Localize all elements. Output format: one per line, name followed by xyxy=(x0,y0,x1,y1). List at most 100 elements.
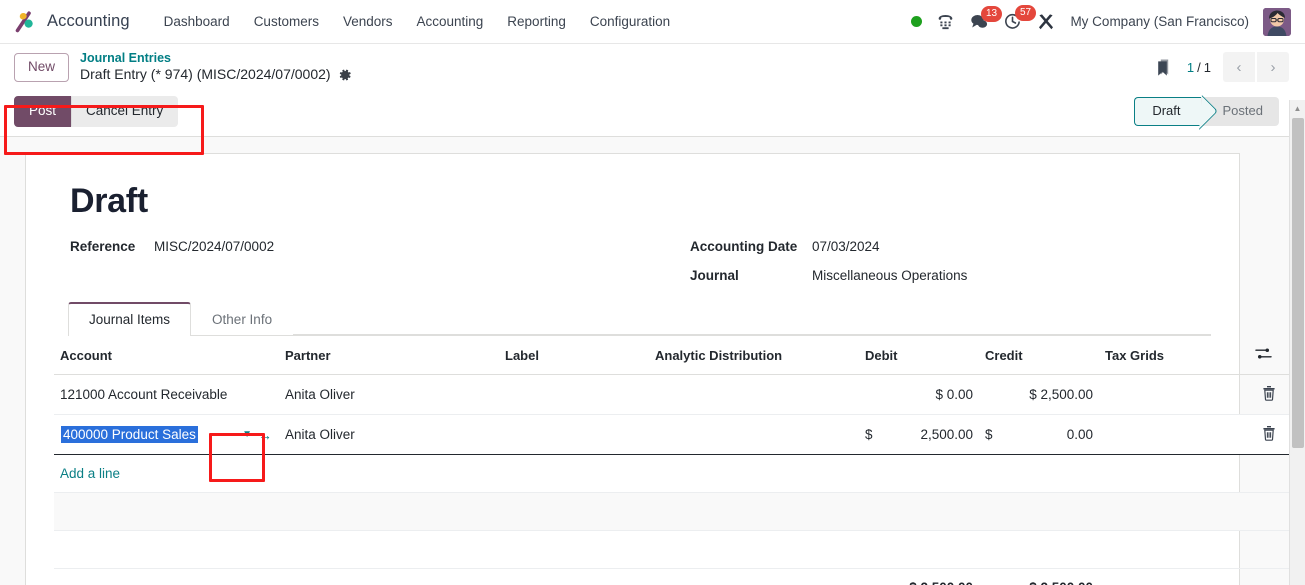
main-menu: Dashboard Customers Vendors Accounting R… xyxy=(152,8,683,35)
internal-link-arrow-icon[interactable]: → xyxy=(258,428,272,442)
navbar-right-tools: 13 57 My Company (San Francisco) xyxy=(911,5,1295,36)
column-header-account[interactable]: Account xyxy=(54,336,279,376)
cell-account[interactable]: 121000 Account Receivable xyxy=(54,374,279,416)
presence-status-dot xyxy=(911,16,923,27)
table-row-editing[interactable]: 400000 Product Sales ▼ → Anita Oliver $ xyxy=(54,414,1289,456)
company-selector[interactable]: My Company (San Francisco) xyxy=(1070,14,1249,29)
bookmark-icon[interactable] xyxy=(1155,57,1175,78)
cell-account-editing[interactable]: 400000 Product Sales ▼ → xyxy=(54,414,279,456)
trash-icon[interactable] xyxy=(1262,425,1276,442)
cell-tax-grids[interactable] xyxy=(1099,374,1249,416)
totals-spacer-tax xyxy=(1099,568,1249,585)
breadcrumb-current: Draft Entry (* 974) (MISC/2024/07/0002) xyxy=(80,66,352,83)
menu-item-vendors[interactable]: Vendors xyxy=(331,8,405,35)
breadcrumb: Journal Entries Draft Entry (* 974) (MIS… xyxy=(80,51,352,83)
dialpad-icon[interactable] xyxy=(936,12,955,31)
column-header-debit[interactable]: Debit xyxy=(859,336,979,376)
table-totals-row: $ 2,500.00 $ 2,500.00 xyxy=(54,568,1289,585)
journal-label: Journal xyxy=(690,268,739,284)
add-line-cell: Add a line xyxy=(54,454,1289,494)
menu-item-dashboard[interactable]: Dashboard xyxy=(152,8,242,35)
reference-value[interactable]: MISC/2024/07/0002 xyxy=(154,239,274,254)
cell-credit-editing[interactable]: $ 0.00 xyxy=(979,414,1099,456)
column-header-partner[interactable]: Partner xyxy=(279,336,499,376)
menu-item-customers[interactable]: Customers xyxy=(242,8,331,35)
menu-item-configuration[interactable]: Configuration xyxy=(578,8,682,35)
totals-debit: $ 2,500.00 xyxy=(859,568,979,585)
wrench-icon[interactable] xyxy=(1036,12,1056,32)
reference-label: Reference xyxy=(70,239,136,255)
table-row[interactable]: 121000 Account Receivable Anita Oliver $… xyxy=(54,374,1289,416)
cell-label[interactable] xyxy=(499,374,649,416)
column-header-label[interactable]: Label xyxy=(499,336,649,376)
chevron-left-icon: ‹ xyxy=(1236,58,1242,76)
status-step-draft[interactable]: Draft xyxy=(1134,97,1201,127)
debit-amount[interactable]: 2,500.00 xyxy=(920,427,973,442)
new-button[interactable]: New xyxy=(14,52,70,82)
avatar[interactable] xyxy=(1263,7,1291,36)
breadcrumb-parent-journal-entries[interactable]: Journal Entries xyxy=(80,51,352,66)
add-a-line-link[interactable]: Add a line xyxy=(60,466,120,481)
post-button[interactable]: Post xyxy=(14,96,72,128)
pager-current: 1 xyxy=(1186,59,1195,75)
field-reference: Reference MISC/2024/07/0002 xyxy=(70,239,690,254)
control-panel-actions: Post Cancel Entry Draft Posted xyxy=(0,90,1305,138)
form-sheet: Draft Reference MISC/2024/07/0002 Accoun… xyxy=(25,153,1289,585)
accounting-date-label: Accounting Date xyxy=(690,239,798,255)
journal-items-table: Account Partner Label Analytic Distribut… xyxy=(54,336,1289,585)
debit-input[interactable]: $ 2,500.00 xyxy=(865,427,973,442)
trash-icon[interactable] xyxy=(1262,385,1276,402)
credit-input[interactable]: $ 0.00 xyxy=(985,427,1093,442)
field-journal: Journal Miscellaneous Operations xyxy=(690,268,967,283)
page-title: Draft xyxy=(70,182,148,221)
column-header-analytic-distribution[interactable]: Analytic Distribution xyxy=(649,336,859,376)
cell-analytic-editing[interactable] xyxy=(649,414,859,456)
cell-debit-editing[interactable]: $ 2,500.00 xyxy=(859,414,979,456)
totals-spacer-options xyxy=(1249,568,1289,585)
tab-other-info[interactable]: Other Info xyxy=(191,302,293,336)
totals-spacer-label xyxy=(499,568,649,585)
control-panel-top: New Journal Entries Draft Entry (* 974) … xyxy=(0,44,1305,90)
pager: 1 / 1 xyxy=(1187,60,1211,75)
cell-tax-grids-editing[interactable] xyxy=(1099,414,1249,456)
brand-home[interactable]: Accounting xyxy=(14,10,130,34)
add-line-row[interactable]: Add a line xyxy=(54,454,1289,494)
chevron-down-icon[interactable]: ▼ xyxy=(242,429,252,440)
cell-partner-editing[interactable]: Anita Oliver xyxy=(279,414,499,456)
form-fields-left: Reference MISC/2024/07/0002 xyxy=(70,239,690,283)
table-header-row: Account Partner Label Analytic Distribut… xyxy=(54,336,1289,376)
pager-previous-button[interactable]: ‹ xyxy=(1223,52,1255,83)
cell-debit[interactable]: $ 0.00 xyxy=(859,374,979,416)
totals-spacer-partner xyxy=(279,568,499,585)
pager-next-button[interactable]: › xyxy=(1257,52,1289,83)
scrollbar-thumb[interactable] xyxy=(1292,118,1304,448)
tab-journal-items[interactable]: Journal Items xyxy=(68,302,192,337)
vertical-scrollbar[interactable]: ▲ xyxy=(1289,100,1305,585)
menu-item-reporting[interactable]: Reporting xyxy=(495,8,578,35)
control-panel: New Journal Entries Draft Entry (* 974) … xyxy=(0,44,1305,138)
column-header-tax-grids[interactable]: Tax Grids xyxy=(1099,336,1249,376)
account-autocomplete-field[interactable]: 400000 Product Sales ▼ → xyxy=(60,425,273,444)
cell-analytic[interactable] xyxy=(649,374,859,416)
column-header-credit[interactable]: Credit xyxy=(979,336,1099,376)
totals-credit: $ 2,500.00 xyxy=(979,568,1099,585)
chat-bubble-icon[interactable]: 13 xyxy=(969,5,1002,31)
cell-delete-editing xyxy=(1249,414,1289,456)
totals-spacer-analytic xyxy=(649,568,859,585)
cell-label-editing[interactable] xyxy=(499,414,649,456)
menu-item-accounting[interactable]: Accounting xyxy=(405,8,496,35)
cell-credit[interactable]: $ 2,500.00 xyxy=(979,374,1099,416)
gear-icon[interactable] xyxy=(338,68,352,82)
clock-icon[interactable]: 57 xyxy=(1003,5,1036,31)
cancel-entry-button[interactable]: Cancel Entry xyxy=(71,96,179,128)
journal-value[interactable]: Miscellaneous Operations xyxy=(812,268,967,283)
pager-buttons: ‹ › xyxy=(1223,52,1289,83)
column-options-icon[interactable] xyxy=(1255,346,1272,361)
account-input-value[interactable]: 400000 Product Sales xyxy=(61,426,198,444)
status-bar: Draft Posted xyxy=(1134,97,1295,127)
credit-amount[interactable]: 0.00 xyxy=(1067,427,1093,442)
cell-partner[interactable]: Anita Oliver xyxy=(279,374,499,416)
breadcrumb-current-label: Draft Entry (* 974) (MISC/2024/07/0002) xyxy=(80,66,331,83)
accounting-date-value[interactable]: 07/03/2024 xyxy=(812,239,880,254)
scroll-up-arrow-icon[interactable]: ▲ xyxy=(1290,100,1305,116)
